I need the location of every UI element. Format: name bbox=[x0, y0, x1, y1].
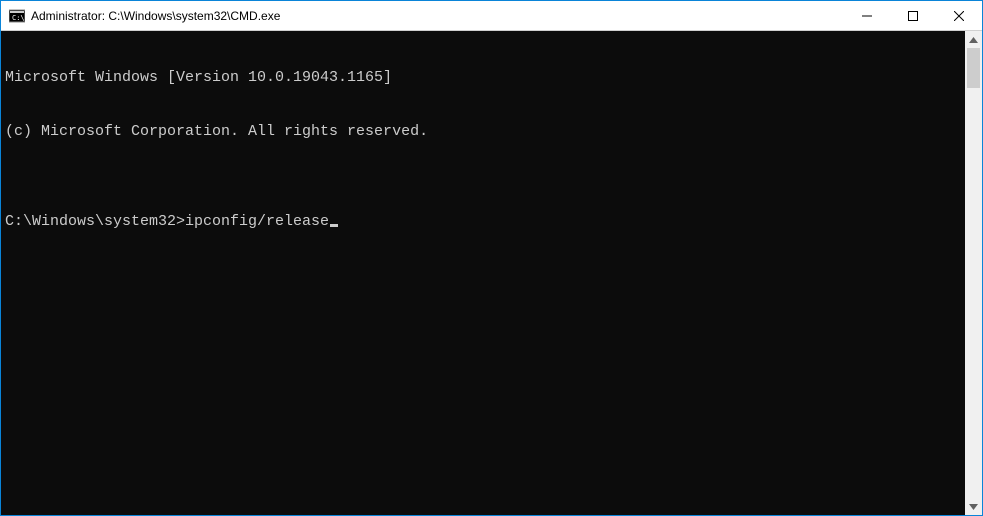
terminal-line: Microsoft Windows [Version 10.0.19043.11… bbox=[5, 69, 965, 87]
cursor bbox=[330, 224, 338, 227]
client-area: Microsoft Windows [Version 10.0.19043.11… bbox=[1, 31, 982, 515]
titlebar[interactable]: C:\ Administrator: C:\Windows\system32\C… bbox=[1, 1, 982, 31]
maximize-button[interactable] bbox=[890, 1, 936, 31]
vertical-scrollbar[interactable] bbox=[965, 31, 982, 515]
scroll-down-button[interactable] bbox=[965, 498, 982, 515]
scrollbar-track[interactable] bbox=[965, 48, 982, 498]
scrollbar-thumb[interactable] bbox=[967, 48, 980, 88]
command-input[interactable]: ipconfig/release bbox=[185, 213, 329, 231]
minimize-button[interactable] bbox=[844, 1, 890, 31]
terminal[interactable]: Microsoft Windows [Version 10.0.19043.11… bbox=[1, 31, 965, 515]
svg-text:C:\: C:\ bbox=[12, 14, 25, 22]
terminal-line: (c) Microsoft Corporation. All rights re… bbox=[5, 123, 965, 141]
cmd-icon: C:\ bbox=[9, 8, 25, 24]
cmd-window: C:\ Administrator: C:\Windows\system32\C… bbox=[0, 0, 983, 516]
scroll-up-button[interactable] bbox=[965, 31, 982, 48]
window-title: Administrator: C:\Windows\system32\CMD.e… bbox=[31, 9, 280, 23]
prompt-line: C:\Windows\system32>ipconfig/release bbox=[5, 213, 965, 231]
close-button[interactable] bbox=[936, 1, 982, 31]
prompt: C:\Windows\system32> bbox=[5, 213, 185, 231]
